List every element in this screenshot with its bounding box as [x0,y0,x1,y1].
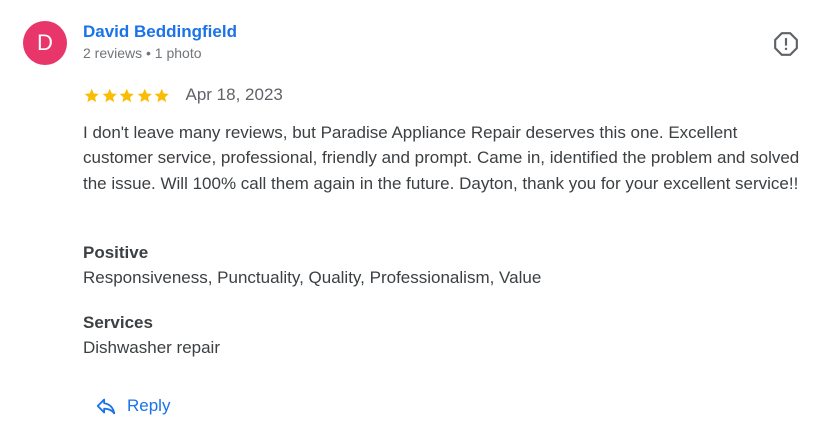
reply-label: Reply [127,396,171,415]
star-icon [119,88,134,102]
avatar[interactable]: D [23,21,67,65]
review-text: I don't leave many reviews, but Paradise… [83,123,800,193]
star-rating [83,87,171,104]
positive-value: Responsiveness, Punctuality, Quality, Pr… [83,268,542,287]
star-icon [84,88,99,102]
author-name-link[interactable]: David Beddingfield [83,22,237,42]
positive-title: Positive [83,243,149,262]
report-icon [774,32,798,56]
positive-section: Positive Responsiveness, Punctuality, Qu… [83,240,541,290]
services-title: Services [83,313,153,332]
review-date: Apr 18, 2023 [185,85,283,104]
star-icon [137,88,152,102]
services-section: Services Dishwasher repair [83,310,220,360]
author-meta: 2 reviews • 1 photo [83,45,202,61]
rating-row: Apr 18, 2023 [83,84,283,106]
reply-button[interactable]: Reply [87,390,178,422]
review-card: D David Beddingfield 2 reviews • 1 photo… [0,0,837,432]
report-button[interactable] [773,31,799,57]
star-icon [102,88,117,102]
reply-icon [96,398,116,415]
services-value: Dishwasher repair [83,338,220,357]
star-icon [154,88,169,102]
